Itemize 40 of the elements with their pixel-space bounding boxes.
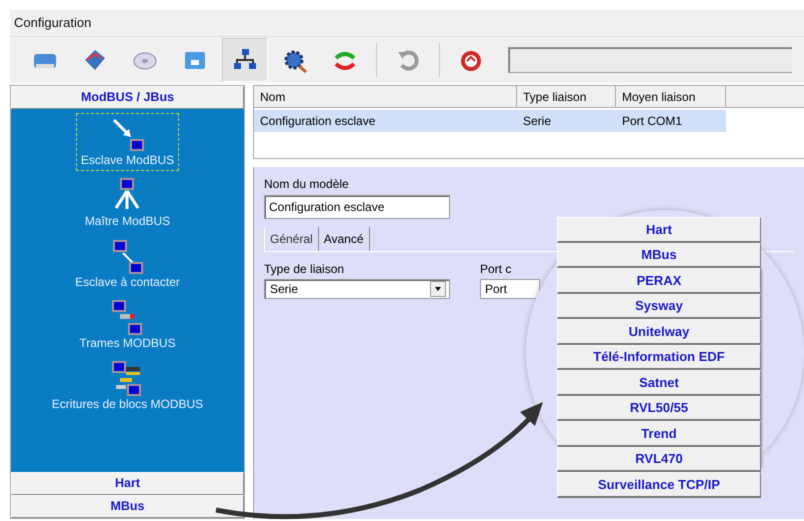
sidebar-item[interactable]: Ecritures de blocs MODBUS: [46, 357, 208, 415]
table-cell: Configuration esclave: [254, 110, 517, 132]
section-header[interactable]: ModBUS / JBus: [11, 86, 244, 109]
sidebar-item[interactable]: Maître ModBUS: [80, 174, 176, 232]
section-header[interactable]: Satnet: [557, 370, 761, 396]
section-header[interactable]: MBus: [557, 242, 761, 268]
caret-icon: [435, 287, 441, 291]
model-name-field[interactable]: Configuration esclave: [264, 195, 450, 219]
section-header[interactable]: RVL50/55: [557, 396, 761, 421]
table-cell: Port COM1: [616, 110, 726, 132]
port-field[interactable]: Port: [480, 279, 540, 299]
column-header[interactable]: Nom: [254, 86, 517, 108]
section-header[interactable]: Trend: [557, 421, 761, 446]
tab[interactable]: Avancé: [318, 227, 370, 251]
section-header[interactable]: Hart: [557, 217, 761, 242]
toolbar-button[interactable]: [222, 38, 268, 82]
section-header[interactable]: MBus: [11, 495, 244, 518]
sidebar-item[interactable]: Esclave à contacter: [70, 235, 185, 293]
sidebar-item[interactable]: Esclave ModBUS: [76, 113, 180, 171]
field-label: Type de liaison: [264, 262, 346, 276]
column-header[interactable]: Type liaison: [517, 86, 616, 108]
tab[interactable]: Général: [264, 227, 319, 251]
section-header[interactable]: RVL470: [557, 446, 761, 472]
sidebar-item[interactable]: Trames MODBUS: [74, 296, 181, 354]
link-type-dropdown[interactable]: Serie: [264, 279, 450, 299]
window-title: Configuration: [14, 15, 92, 30]
field-label: Port c: [480, 262, 512, 276]
column-header[interactable]: Moyen liaison: [616, 86, 726, 108]
slave-device-icon: [110, 117, 144, 153]
table-cell: Serie: [517, 110, 616, 132]
table-row[interactable]: Configuration esclave Serie Port COM1: [254, 110, 726, 132]
section-header[interactable]: Sysway: [557, 294, 761, 319]
section-header[interactable]: PERAX: [557, 268, 761, 294]
section-header[interactable]: Surveillance TCP/IP: [557, 472, 761, 498]
section-header[interactable]: Télé-Information EDF: [557, 344, 761, 370]
frames-icon: [110, 300, 144, 336]
device-link-icon: [110, 239, 144, 275]
section-header[interactable]: Hart: [11, 472, 244, 495]
field-label: Nom du modèle: [264, 177, 350, 191]
section-header[interactable]: Unitelway: [557, 319, 761, 344]
